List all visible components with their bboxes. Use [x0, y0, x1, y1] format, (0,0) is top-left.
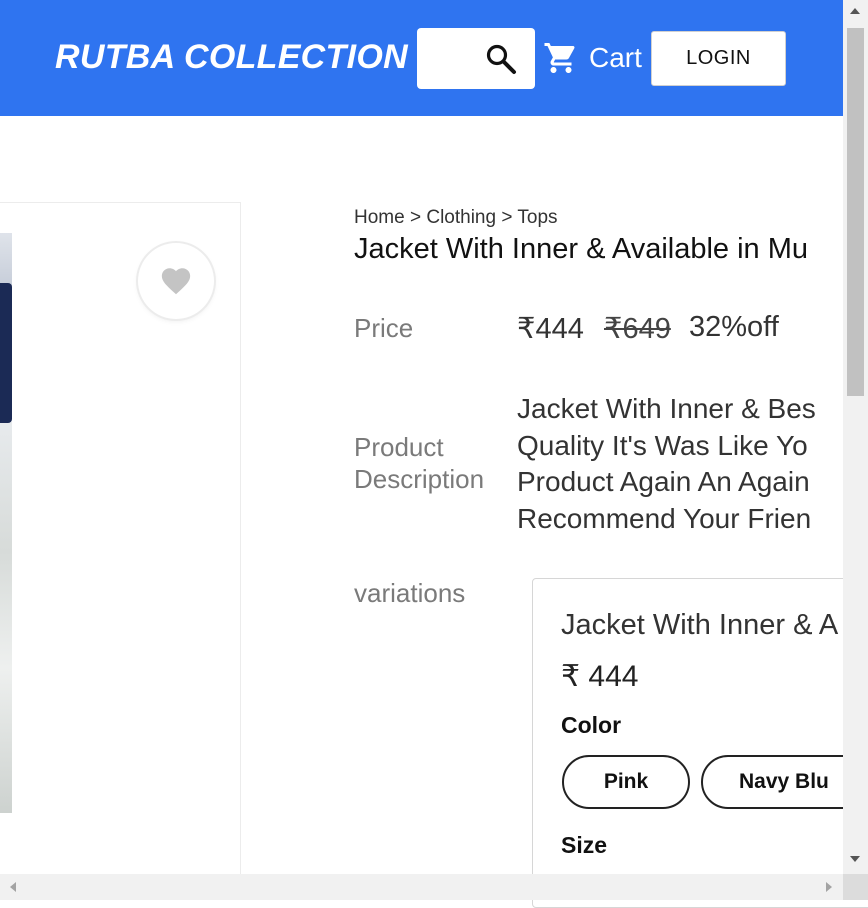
breadcrumb-home[interactable]: Home [354, 207, 405, 228]
original-price: ₹649 [604, 313, 671, 345]
product-description: Jacket With Inner & Bes Quality It's Was… [517, 391, 843, 541]
scroll-down-arrow-icon[interactable] [850, 856, 860, 862]
product-image-detail [0, 283, 12, 423]
variations-label: variations [354, 578, 466, 608]
description-line: Jacket With Inner & Bes [517, 393, 816, 424]
brand-logo[interactable]: RUTBA COLLECTION [55, 38, 408, 77]
breadcrumb-tops[interactable]: Tops [517, 207, 557, 228]
description-line: Quality It's Was Like Yo [517, 429, 808, 461]
variation-card: Jacket With Inner & A ₹ 444 Color Pink N… [532, 578, 868, 908]
size-label: Size [561, 832, 608, 858]
product-title: Jacket With Inner & Available in Mu [354, 233, 809, 265]
scroll-up-arrow-icon[interactable] [850, 8, 860, 14]
breadcrumb-clothing[interactable]: Clothing [426, 207, 496, 228]
breadcrumb: Home > Clothing > Tops [354, 207, 558, 229]
breadcrumb-separator: > [501, 207, 513, 228]
search-box[interactable] [417, 28, 535, 89]
color-label: Color [561, 712, 622, 738]
cart-icon [544, 43, 575, 73]
wishlist-button[interactable] [138, 243, 214, 319]
description-line: Product Again An Again [517, 466, 810, 497]
login-button[interactable]: LOGIN [651, 31, 786, 86]
description-line: Recommend Your Frien [517, 502, 812, 534]
discount-badge: 32%off [689, 311, 779, 343]
color-option-pink[interactable]: Pink [562, 755, 690, 809]
heart-icon [161, 268, 191, 295]
price-label: Price [354, 313, 414, 343]
current-price: ₹444 [517, 313, 584, 345]
vertical-scroll-thumb[interactable] [847, 28, 864, 396]
horizontal-scrollbar[interactable] [0, 874, 843, 900]
product-image-card [0, 202, 241, 892]
cart-label: Cart [589, 42, 642, 73]
vertical-scrollbar[interactable] [843, 0, 868, 874]
breadcrumb-separator: > [409, 207, 422, 228]
scrollbar-corner [843, 874, 868, 900]
top-header: RUTBA COLLECTION Cart LOGIN [0, 0, 843, 116]
search-icon[interactable] [485, 43, 517, 75]
variation-price: ₹ 444 [561, 660, 639, 693]
product-image[interactable] [0, 233, 12, 813]
description-label: Product Description [354, 432, 485, 494]
scroll-right-arrow-icon[interactable] [826, 882, 832, 892]
cart-link[interactable]: Cart [543, 38, 642, 78]
scroll-left-arrow-icon[interactable] [10, 882, 16, 892]
variation-title: Jacket With Inner & A [561, 609, 839, 641]
